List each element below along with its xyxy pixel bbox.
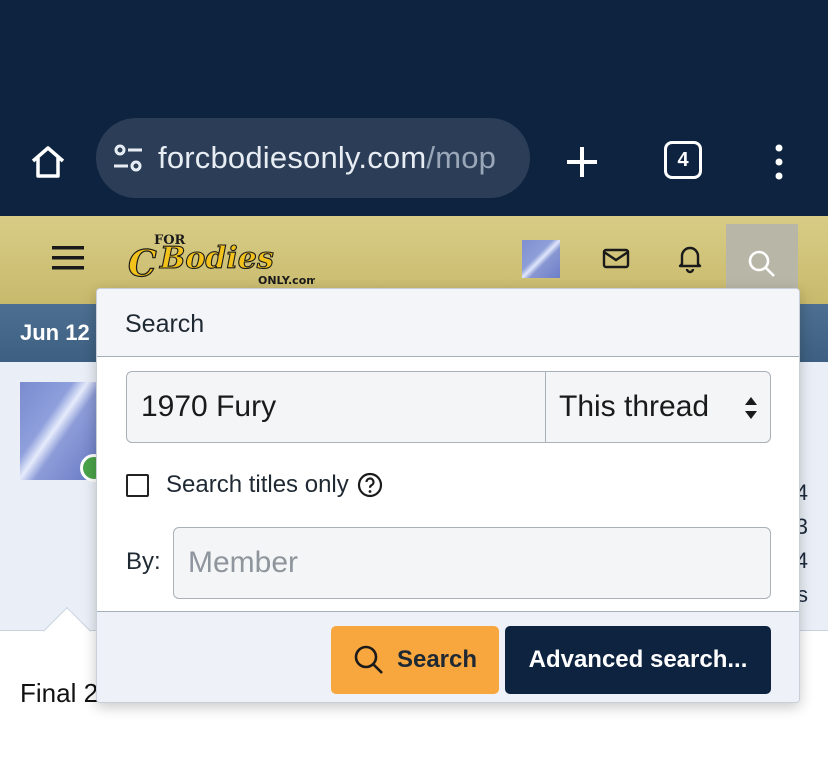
search-titles-only-option[interactable]: Search titles only [126,470,383,500]
advanced-search-button[interactable]: Advanced search... [505,626,771,694]
by-label: By: [126,548,161,575]
bell-icon[interactable] [674,242,706,274]
address-bar[interactable]: forcbodiesonly.com/mop [96,118,530,198]
svg-text:C: C [128,243,157,285]
svg-text:ONLY.com: ONLY.com [258,274,315,287]
browser-toolbar: forcbodiesonly.com/mop 4 [0,110,828,216]
mail-icon[interactable] [600,242,632,274]
url-text: forcbodiesonly.com/mop [158,140,497,175]
site-logo[interactable]: FOR C Bodies ONLY.com [120,228,315,288]
search-scope-select[interactable]: This thread [546,372,770,442]
search-dropdown-header: Search [97,289,799,357]
search-button-label: Search [396,646,478,673]
search-dropdown-footer: Search Advanced search... [97,611,799,702]
help-icon[interactable] [357,472,383,498]
svg-text:Bodies: Bodies [159,241,274,276]
tab-count: 4 [677,148,689,171]
search-submit-button[interactable]: Search [331,626,499,694]
user-avatar[interactable] [522,240,560,278]
search-query-input[interactable]: 1970 Fury [127,372,546,442]
post-date[interactable]: Jun 12 [20,320,90,346]
search-icon [748,250,775,277]
home-icon [31,146,65,178]
search-scope-value: This thread [559,390,710,423]
home-button[interactable] [22,136,74,188]
search-icon [354,645,383,674]
search-dropdown-title: Search [125,310,205,338]
tab-switcher-button[interactable]: 4 [664,141,702,179]
member-input[interactable]: Member [173,527,771,599]
site-settings-icon[interactable] [110,140,146,176]
post-message-text: … [20,754,46,768]
titles-only-label[interactable]: Search titles only [166,471,349,499]
browser-menu-button[interactable] [764,136,794,188]
search-input-group: 1970 Fury This thread [126,371,771,443]
new-tab-button[interactable] [556,136,608,188]
search-dropdown: Search 1970 Fury This thread Search titl… [96,288,800,703]
select-arrows-icon [745,397,757,419]
titles-only-checkbox[interactable] [126,473,149,497]
status-bar [0,0,828,110]
hamburger-menu-icon[interactable] [50,242,86,274]
post-message-text: Final 2 [20,678,99,708]
